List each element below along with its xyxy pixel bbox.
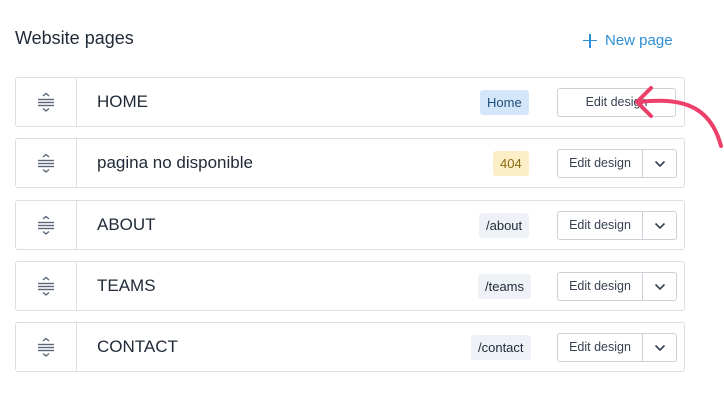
annotation-arrow-icon bbox=[635, 86, 723, 148]
